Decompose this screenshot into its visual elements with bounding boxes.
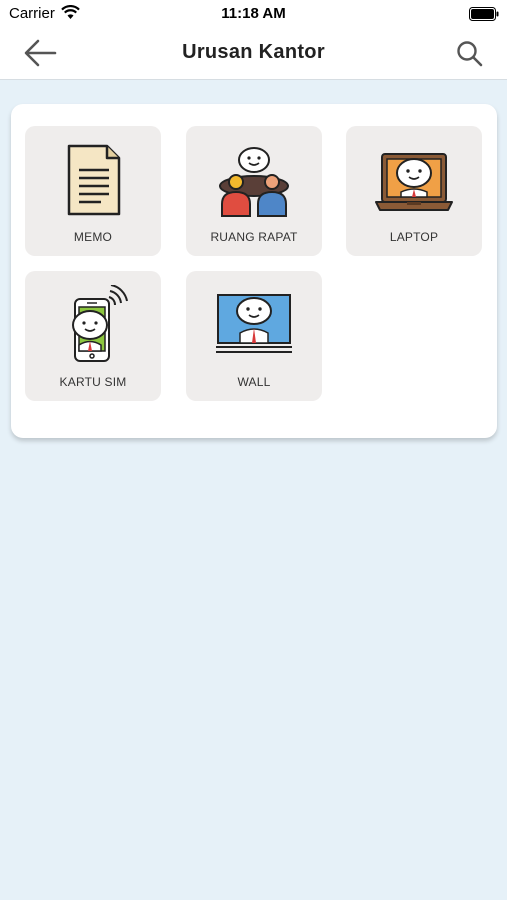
tile-memo[interactable]: MEMO — [25, 126, 161, 256]
category-card: MEMO RUANG RAPAT LAPTOP KARTU SIM WALL — [11, 104, 497, 438]
sim-card-phone-icon — [72, 285, 128, 362]
tile-kartu-sim[interactable]: KARTU SIM — [25, 271, 161, 401]
tile-laptop[interactable]: LAPTOP — [346, 126, 482, 256]
tile-wall[interactable]: WALL — [186, 271, 322, 401]
tile-label: WALL — [237, 375, 271, 389]
laptop-icon — [375, 153, 453, 211]
tile-ruang-rapat[interactable]: RUANG RAPAT — [186, 126, 322, 256]
clock: 11:18 AM — [221, 5, 286, 22]
search-button[interactable] — [454, 38, 486, 70]
tile-label: KARTU SIM — [59, 375, 127, 389]
meeting-room-icon — [219, 147, 289, 217]
tile-label: MEMO — [73, 230, 113, 244]
battery-icon — [469, 7, 499, 21]
search-icon — [457, 41, 483, 67]
tile-label: RUANG RAPAT — [210, 230, 298, 244]
navigation-bar: Urusan Kantor — [0, 28, 507, 80]
wall-screen-icon — [216, 294, 292, 353]
tile-label: LAPTOP — [389, 230, 439, 244]
status-bar: Carrier 11:18 AM — [0, 0, 507, 28]
page-title: Urusan Kantor — [182, 41, 325, 63]
memo-document-icon — [67, 144, 121, 216]
